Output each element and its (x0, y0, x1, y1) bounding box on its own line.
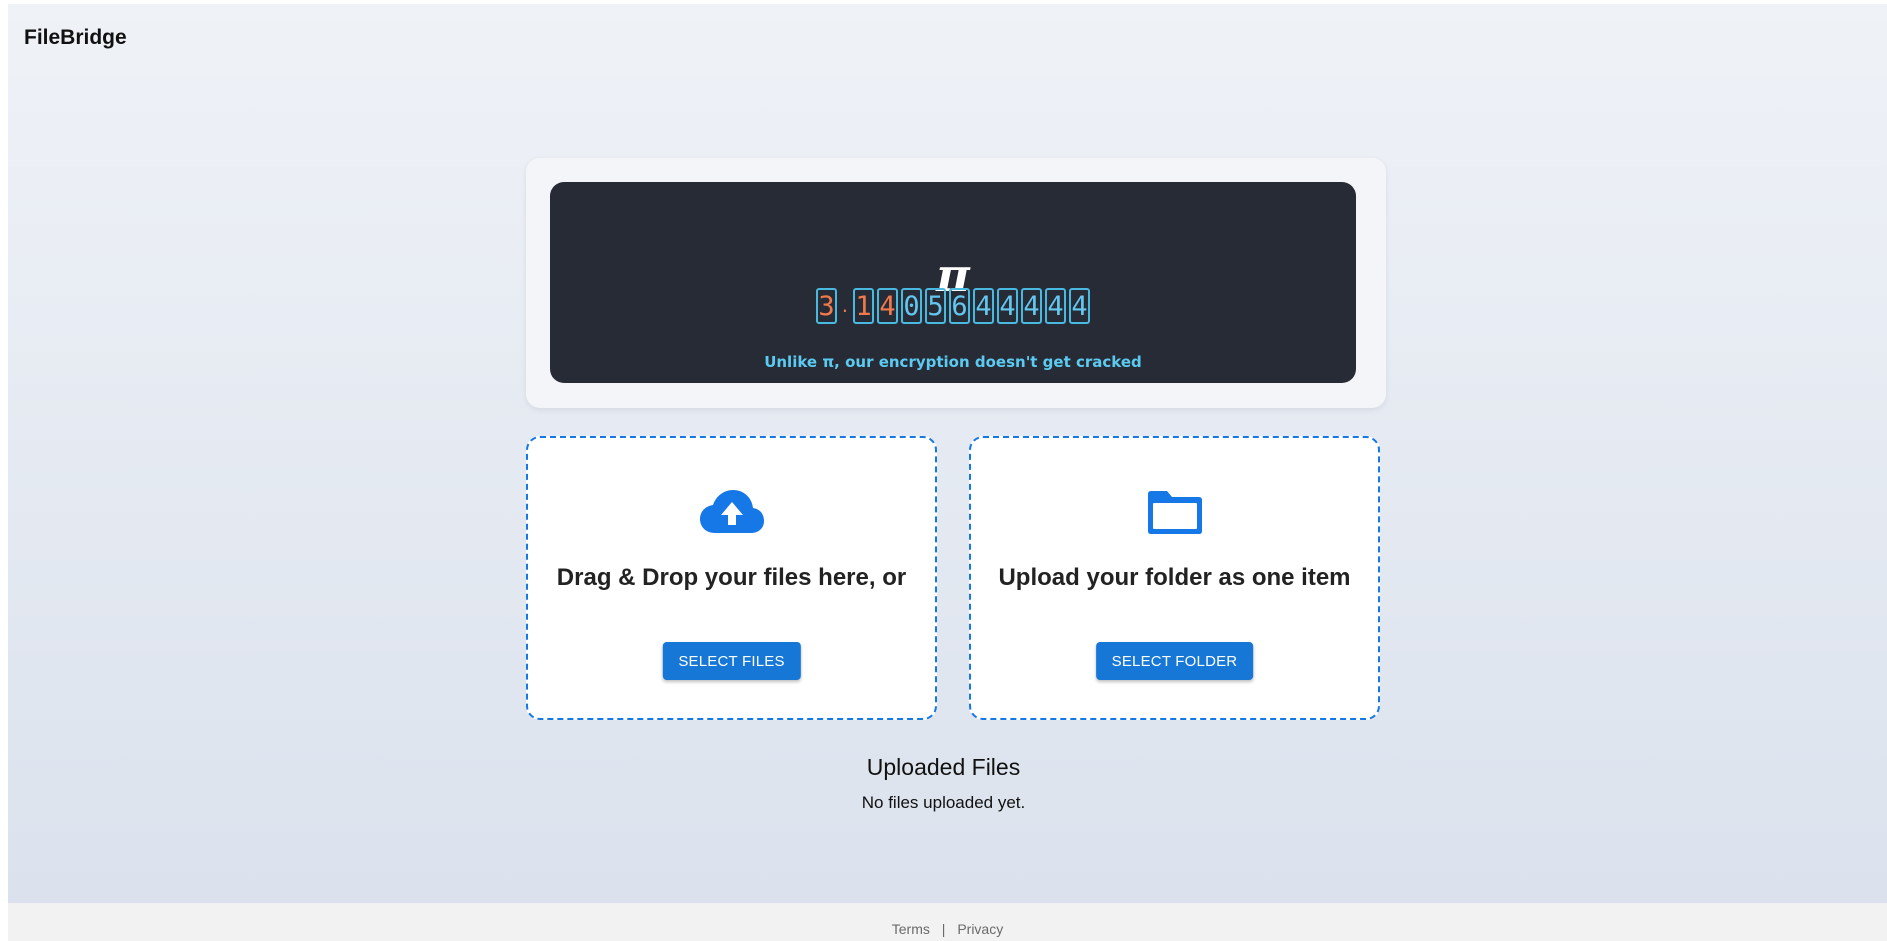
pi-digit: 4 (1021, 288, 1042, 324)
uploaded-files-empty-text: No files uploaded yet. (861, 793, 1026, 812)
pi-banner-card: π 3 . 1 4 0 5 6 4 4 4 4 4 Unlike π, our … (526, 158, 1386, 408)
pi-digit-display: 3 . 1 4 0 5 6 4 4 4 4 4 (550, 288, 1356, 324)
terms-link[interactable]: Terms (892, 921, 930, 937)
cloud-upload-icon (697, 484, 767, 540)
privacy-link[interactable]: Privacy (957, 921, 1003, 937)
pi-digit: 4 (1069, 288, 1090, 324)
file-drop-zone[interactable]: Drag & Drop your files here, or SELECT F… (526, 436, 937, 720)
pi-digit: 1 (853, 288, 874, 324)
pi-digit: 4 (997, 288, 1018, 324)
pi-digit: 4 (1045, 288, 1066, 324)
file-drop-heading: Drag & Drop your files here, or (556, 564, 907, 591)
pi-digit: 6 (949, 288, 970, 324)
pi-digit: 4 (877, 288, 898, 324)
pi-digit: 0 (901, 288, 922, 324)
select-files-button[interactable]: SELECT FILES (662, 642, 801, 680)
folder-drop-heading: Upload your folder as one item (998, 564, 1351, 591)
brand-logo[interactable]: FileBridge (24, 26, 127, 50)
footer-separator: | (941, 921, 946, 937)
pi-tagline: Unlike π, our encryption doesn't get cra… (764, 353, 1142, 371)
pi-digit: 4 (973, 288, 994, 324)
pi-banner-panel: π 3 . 1 4 0 5 6 4 4 4 4 4 Unlike π, our … (550, 182, 1356, 383)
footer: Terms | Privacy (8, 903, 1887, 941)
folder-drop-zone[interactable]: Upload your folder as one item SELECT FO… (969, 436, 1380, 720)
uploaded-files-title: Uploaded Files (866, 754, 1021, 780)
select-folder-button[interactable]: SELECT FOLDER (1095, 642, 1254, 680)
pi-decimal-point: . (840, 296, 850, 316)
pi-digit: 3 (816, 288, 837, 324)
pi-digit: 5 (925, 288, 946, 324)
folder-icon (1140, 484, 1210, 540)
